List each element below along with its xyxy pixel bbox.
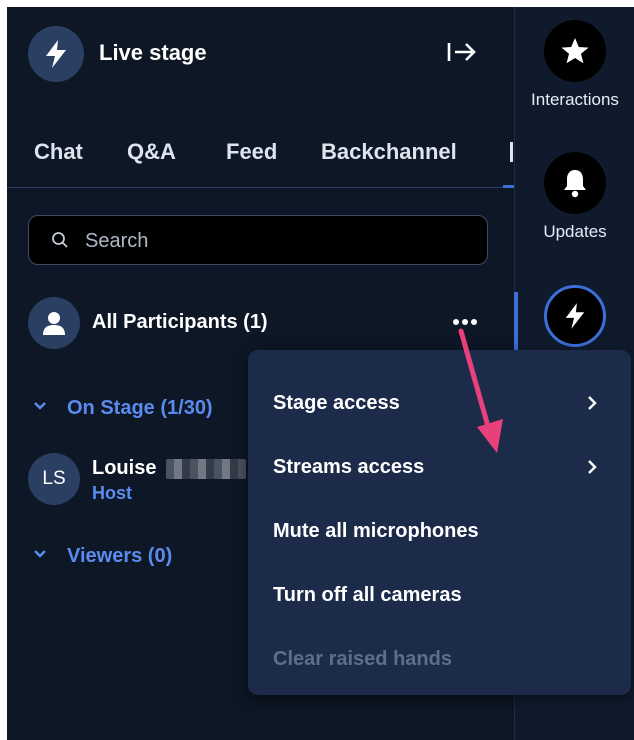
- active-tab-indicator: [503, 185, 514, 188]
- tab-overflow-partial[interactable]: [507, 139, 514, 165]
- panel-header: Live stage: [7, 7, 514, 97]
- search-input[interactable]: [83, 224, 477, 258]
- user-icon: [28, 297, 80, 349]
- star-icon: [544, 20, 606, 82]
- chevron-down-icon: [34, 550, 46, 558]
- tab-chat[interactable]: Chat: [34, 139, 83, 165]
- bell-icon: [544, 152, 606, 214]
- tab-qa[interactable]: Q&A: [127, 139, 176, 165]
- panel-title: Live stage: [99, 40, 207, 65]
- tab-bar: Chat Q&A Feed Backchannel: [7, 127, 514, 191]
- app-frame: Live stage Chat Q&A Feed Backchannel Sea…: [7, 7, 634, 740]
- lightning-icon: [544, 285, 606, 347]
- group-label: On Stage (1/30): [67, 397, 213, 419]
- participant-item[interactable]: LS Louise Host: [28, 449, 258, 505]
- group-label: Viewers (0): [67, 545, 173, 567]
- rail-label: Updates: [543, 222, 607, 241]
- participants-options-menu: Stage access Streams access Mute all mic…: [248, 350, 631, 695]
- rail-label: Interactions: [531, 90, 619, 109]
- more-horizontal-icon[interactable]: [450, 315, 480, 329]
- menu-item-cameras-off[interactable]: Turn off all cameras: [248, 566, 631, 622]
- tab-feed[interactable]: Feed: [226, 139, 277, 165]
- rail-active-indicator: [514, 292, 518, 352]
- menu-item-label: Streams access: [273, 456, 425, 478]
- menu-item-label: Turn off all cameras: [273, 584, 462, 606]
- all-participants-label: All Participants (1): [92, 311, 268, 333]
- rail-item-updates[interactable]: Updates: [515, 152, 634, 242]
- menu-item-streams-access[interactable]: Streams access: [248, 438, 631, 494]
- all-participants-row: All Participants (1): [28, 297, 498, 349]
- exit-panel-icon[interactable]: [445, 38, 479, 66]
- rail-item-interactions[interactable]: Interactions: [515, 20, 634, 110]
- tab-backchannel[interactable]: Backchannel: [321, 139, 457, 165]
- chevron-right-icon: [588, 396, 597, 410]
- menu-item-label: Clear raised hands: [273, 648, 452, 670]
- participant-name: Louise: [92, 457, 157, 479]
- search-box: [28, 215, 488, 265]
- search-icon: [52, 232, 68, 248]
- lightning-icon: [28, 26, 84, 82]
- rail-item-live-stage[interactable]: [515, 285, 634, 347]
- menu-item-mute-all[interactable]: Mute all microphones: [248, 502, 631, 558]
- participant-role: Host: [92, 483, 132, 503]
- menu-item-clear-hands: Clear raised hands: [248, 630, 631, 686]
- redacted-name: [166, 459, 246, 479]
- menu-item-stage-access[interactable]: Stage access: [248, 374, 631, 430]
- menu-item-label: Stage access: [273, 392, 400, 414]
- menu-item-label: Mute all microphones: [273, 520, 479, 542]
- chevron-right-icon: [588, 460, 597, 474]
- tabs-divider: [7, 187, 514, 188]
- chevron-down-icon: [34, 402, 46, 410]
- avatar: LS: [28, 453, 80, 505]
